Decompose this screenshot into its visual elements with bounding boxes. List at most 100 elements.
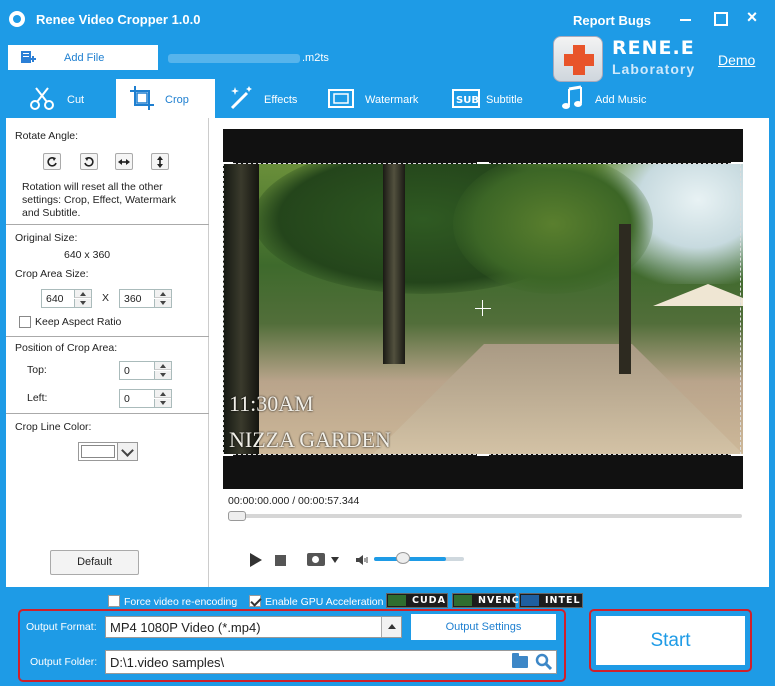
demo-link[interactable]: Demo xyxy=(718,52,755,68)
crop-top-stepper[interactable]: 0 xyxy=(119,361,172,380)
maximize-icon[interactable] xyxy=(711,10,728,26)
intel-badge-label: INTEL xyxy=(545,595,581,606)
crop-line-color-label: Crop Line Color: xyxy=(15,421,92,433)
search-icon[interactable] xyxy=(535,653,553,671)
crop-area-size-label: Crop Area Size: xyxy=(15,268,89,280)
default-button[interactable]: Default xyxy=(50,550,139,575)
crop-left-stepper[interactable]: 0 xyxy=(119,389,172,408)
video-preview[interactable]: 11:30AM NIZZA GARDEN xyxy=(223,129,743,489)
crop-icon xyxy=(130,86,154,110)
seek-handle[interactable] xyxy=(228,511,246,521)
crosshair-icon xyxy=(482,300,483,316)
gpu-acceleration-label: Enable GPU Acceleration xyxy=(265,596,384,608)
flip-vertical-button[interactable] xyxy=(151,153,169,170)
magic-wand-icon xyxy=(230,86,252,110)
increment-icon[interactable] xyxy=(74,290,91,298)
crosshair-icon xyxy=(475,308,491,309)
output-format-select[interactable]: MP4 1080P Video (*.mp4) xyxy=(105,616,402,638)
loaded-filename: .m2ts xyxy=(168,52,329,64)
crop-handle[interactable] xyxy=(223,454,233,456)
rotate-clockwise-button[interactable] xyxy=(43,153,61,170)
increment-icon[interactable] xyxy=(154,290,171,298)
decrement-icon[interactable] xyxy=(154,399,171,407)
music-note-icon xyxy=(562,85,582,109)
crop-handle[interactable] xyxy=(477,162,489,164)
volume-icon[interactable] xyxy=(355,554,369,566)
flip-horizontal-icon xyxy=(118,159,130,165)
nvenc-badge: NVENC xyxy=(452,593,519,608)
minimize-icon[interactable] xyxy=(677,10,693,26)
crop-handle[interactable] xyxy=(223,162,233,164)
title-bar: Renee Video Cropper 1.0.0 Report Bugs × xyxy=(0,0,775,38)
stop-icon[interactable] xyxy=(275,555,286,566)
rotate-angle-label: Rotate Angle: xyxy=(15,130,79,142)
tab-add-music-label: Add Music xyxy=(595,94,647,106)
chevron-down-icon[interactable] xyxy=(117,443,137,460)
output-folder-value: D:\1.video samples\ xyxy=(110,655,225,670)
keep-aspect-ratio-checkbox[interactable] xyxy=(19,316,31,328)
filename-extension: .m2ts xyxy=(302,52,329,64)
video-overlay-place: NIZZA GARDEN xyxy=(229,427,391,452)
crop-line-color-picker[interactable] xyxy=(78,442,138,461)
close-icon[interactable]: × xyxy=(744,8,760,26)
position-of-crop-area-label: Position of Crop Area: xyxy=(15,342,118,354)
snapshot-camera-icon[interactable] xyxy=(307,553,325,566)
crop-width-value: 640 xyxy=(46,293,64,305)
add-file-label: Add File xyxy=(64,52,105,64)
tab-effects[interactable]: Effects xyxy=(226,79,316,118)
volume-handle[interactable] xyxy=(396,552,410,564)
video-overlay-time: 11:30AM xyxy=(229,391,314,416)
brand-subtitle: Laboratory xyxy=(612,61,696,77)
watermark-icon xyxy=(328,89,354,108)
play-icon[interactable] xyxy=(250,553,262,567)
rotate-counterclockwise-icon xyxy=(84,157,94,167)
volume-slider[interactable] xyxy=(374,557,464,561)
add-file-button[interactable]: Add File xyxy=(8,45,158,70)
tab-cut[interactable]: Cut xyxy=(22,79,102,118)
increment-icon[interactable] xyxy=(154,390,171,398)
tab-watermark[interactable]: Watermark xyxy=(327,79,427,118)
tab-crop[interactable]: Crop xyxy=(116,79,215,118)
crop-handle[interactable] xyxy=(731,454,743,456)
start-button[interactable]: Start xyxy=(596,616,745,665)
force-reencode-checkbox[interactable] xyxy=(108,595,120,607)
crop-handle[interactable] xyxy=(731,162,743,164)
decrement-icon[interactable] xyxy=(154,299,171,307)
crop-height-stepper[interactable]: 360 xyxy=(119,289,172,308)
gpu-acceleration-checkbox[interactable] xyxy=(249,595,261,607)
color-swatch xyxy=(81,445,115,458)
renee-logo-icon xyxy=(553,36,603,82)
tab-add-music[interactable]: Add Music xyxy=(559,79,659,118)
crop-top-value: 0 xyxy=(124,365,130,377)
crop-width-stepper[interactable]: 640 xyxy=(41,289,92,308)
flip-vertical-icon xyxy=(157,156,163,168)
flip-horizontal-button[interactable] xyxy=(115,153,133,170)
seek-bar[interactable] xyxy=(228,514,742,518)
folder-icon[interactable] xyxy=(512,653,528,668)
divider xyxy=(6,336,209,337)
crop-left-value: 0 xyxy=(124,393,130,405)
app-title: Renee Video Cropper 1.0.0 xyxy=(36,12,201,27)
add-file-icon xyxy=(21,51,36,63)
output-settings-button[interactable]: Output Settings xyxy=(411,614,556,640)
rotation-note-line-3: and Subtitle. xyxy=(22,207,81,219)
crop-handle[interactable] xyxy=(477,454,489,456)
brand-name: RENE.E xyxy=(612,37,695,59)
force-reencode-label: Force video re-encoding xyxy=(124,596,238,608)
cuda-badge: CUDA xyxy=(386,593,448,608)
snapshot-dropdown-icon[interactable] xyxy=(331,557,339,563)
tab-crop-label: Crop xyxy=(165,94,189,106)
left-label: Left: xyxy=(27,392,48,404)
report-bugs-link[interactable]: Report Bugs xyxy=(573,13,651,28)
chevron-up-icon[interactable] xyxy=(381,617,401,637)
output-folder-field[interactable]: D:\1.video samples\ xyxy=(105,650,557,674)
divider xyxy=(6,224,209,225)
increment-icon[interactable] xyxy=(154,362,171,370)
output-format-label: Output Format: xyxy=(26,621,97,633)
tab-subtitle[interactable]: SUB Subtitle xyxy=(452,79,532,118)
filename-redacted xyxy=(168,53,300,63)
rotate-counterclockwise-button[interactable] xyxy=(80,153,98,170)
decrement-icon[interactable] xyxy=(74,299,91,307)
decrement-icon[interactable] xyxy=(154,371,171,379)
rotation-note-line-2: settings: Crop, Effect, Watermark xyxy=(22,194,177,206)
